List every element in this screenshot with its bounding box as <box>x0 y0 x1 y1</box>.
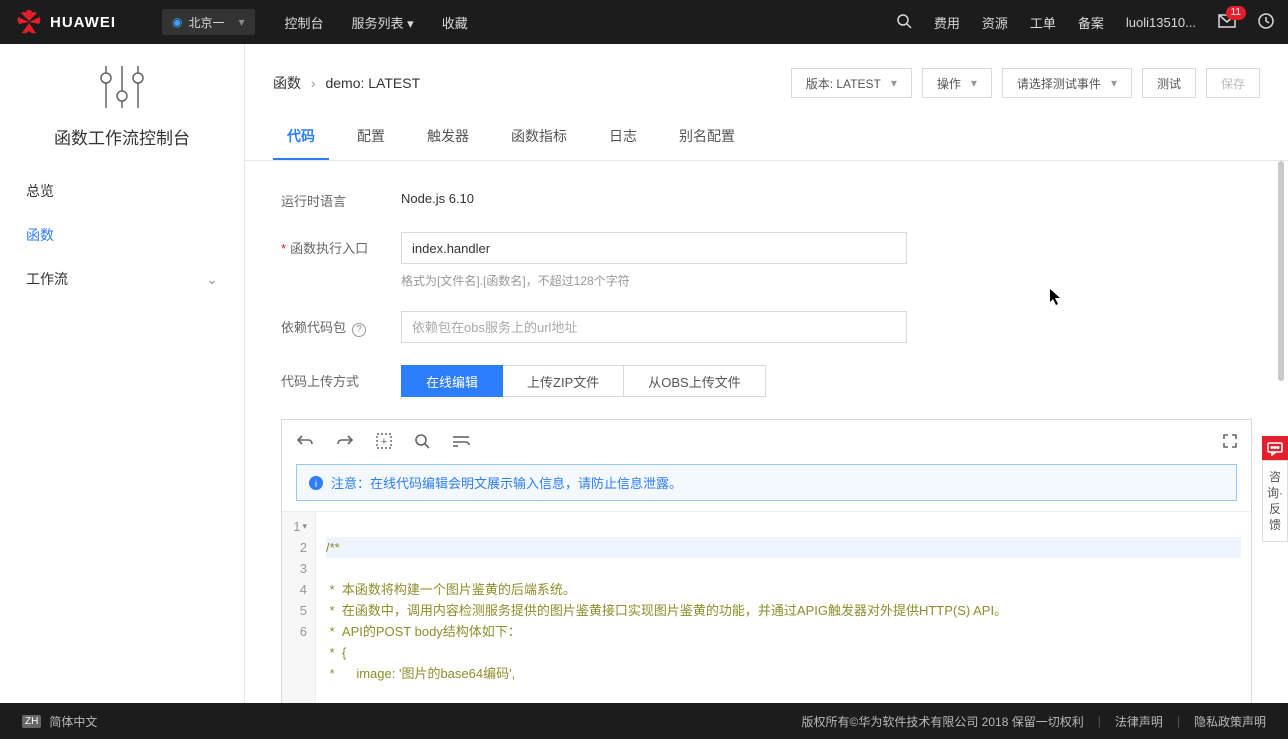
mail-icon[interactable]: 11 <box>1218 14 1236 31</box>
svg-text:i: i <box>315 479 317 490</box>
nav-backup[interactable]: 备案 <box>1078 13 1104 32</box>
runtime-label: 运行时语言 <box>281 185 401 210</box>
cursor-icon <box>1049 288 1063 306</box>
tab-alias[interactable]: 别名配置 <box>665 116 749 160</box>
nav-services[interactable]: 服务列表 ▾ <box>352 13 414 32</box>
fullscreen-icon[interactable] <box>1223 434 1237 451</box>
nav-user[interactable]: luoli13510... <box>1126 15 1196 30</box>
tab-logs[interactable]: 日志 <box>595 116 651 160</box>
seg-online[interactable]: 在线编辑 <box>401 365 503 397</box>
seg-zip[interactable]: 上传ZIP文件 <box>502 365 624 397</box>
footer-privacy[interactable]: 隐私政策声明 <box>1194 713 1266 730</box>
sidebar-item-functions[interactable]: 函数 <box>0 213 244 257</box>
dep-input[interactable] <box>401 311 907 343</box>
sidebar: 函数工作流控制台 总览 函数 工作流⌄ <box>0 44 245 703</box>
pin-icon: ◉ <box>172 15 182 29</box>
top-bar-right: 费用 资源 工单 备案 luoli13510... 11 <box>896 13 1274 32</box>
region-label: 北京一 <box>188 14 224 31</box>
tab-code[interactable]: 代码 <box>273 116 329 160</box>
nav-resource[interactable]: 资源 <box>982 13 1008 32</box>
undo-icon[interactable] <box>296 433 314 452</box>
code-editor: + i 注意：在线代码编辑会明文展示输入信息，请防止信息泄露。 1▾23456 … <box>281 419 1252 703</box>
editor-notice: i 注意：在线代码编辑会明文展示输入信息，请防止信息泄露。 <box>296 464 1237 501</box>
clock-icon[interactable] <box>1258 13 1274 32</box>
brand-text: HUAWEI <box>50 14 116 31</box>
help-icon[interactable]: ? <box>352 323 366 337</box>
feedback-tab[interactable]: 咨询·反馈 <box>1262 460 1288 542</box>
footer: ZH 简体中文 版权所有©华为软件技术有限公司 2018 保留一切权利 | 法律… <box>0 703 1288 739</box>
info-icon: i <box>309 476 323 490</box>
nav-ticket[interactable]: 工单 <box>1030 13 1056 32</box>
sidebar-item-overview[interactable]: 总览 <box>0 169 244 213</box>
tab-metrics[interactable]: 函数指标 <box>497 116 581 160</box>
dep-label: 依赖代码包 <box>281 320 346 335</box>
test-event-dropdown[interactable]: 请选择测试事件▾ <box>1002 68 1132 98</box>
breadcrumb-current: demo: LATEST <box>325 75 420 91</box>
test-button[interactable]: 测试 <box>1142 68 1196 98</box>
entry-label: 函数执行入口 <box>290 241 368 256</box>
top-nav: 控制台 服务列表 ▾ 收藏 <box>285 13 468 32</box>
nav-fee[interactable]: 费用 <box>934 13 960 32</box>
feedback-icon[interactable] <box>1262 436 1288 462</box>
sidebar-item-workflow[interactable]: 工作流⌄ <box>0 257 244 301</box>
upload-mode-group: 在线编辑 上传ZIP文件 从OBS上传文件 <box>401 365 1021 397</box>
wrap-icon[interactable] <box>452 434 470 451</box>
chevron-down-icon: ⌄ <box>206 271 218 288</box>
redo-icon[interactable] <box>336 433 354 452</box>
scrollbar[interactable] <box>1278 161 1284 381</box>
find-icon[interactable] <box>414 433 430 452</box>
footer-copyright: 版权所有©华为软件技术有限公司 2018 保留一切权利 <box>802 713 1084 730</box>
sidebar-logo: 函数工作流控制台 <box>0 62 244 149</box>
runtime-value: Node.js 6.10 <box>401 185 1021 206</box>
tabs: 代码 配置 触发器 函数指标 日志 别名配置 <box>245 116 1288 161</box>
caret-down-icon: ▾ <box>1111 76 1117 90</box>
chevron-down-icon: ▾ <box>239 15 245 29</box>
sidebar-title: 函数工作流控制台 <box>54 124 190 149</box>
content-area: 运行时语言 Node.js 6.10 *函数执行入口 格式为[文件名].[函数名… <box>245 161 1288 703</box>
sliders-icon <box>94 62 150 112</box>
add-box-icon[interactable]: + <box>376 433 392 452</box>
nav-favorites[interactable]: 收藏 <box>442 13 468 32</box>
svg-text:+: + <box>381 436 387 448</box>
footer-legal[interactable]: 法律声明 <box>1115 713 1163 730</box>
operate-dropdown[interactable]: 操作▾ <box>922 68 992 98</box>
tab-trigger[interactable]: 触发器 <box>413 116 483 160</box>
footer-lang[interactable]: 简体中文 <box>49 713 97 730</box>
caret-down-icon: ▾ <box>971 76 977 90</box>
tab-config[interactable]: 配置 <box>343 116 399 160</box>
line-gutter: 1▾23456 <box>282 512 316 703</box>
upload-label: 代码上传方式 <box>281 365 401 390</box>
nav-console[interactable]: 控制台 <box>285 13 324 32</box>
search-icon[interactable] <box>896 13 912 32</box>
main-area: 函数 › demo: LATEST 版本: LATEST▾ 操作▾ 请选择测试事… <box>245 44 1288 703</box>
breadcrumb-root[interactable]: 函数 <box>273 75 301 91</box>
version-dropdown[interactable]: 版本: LATEST▾ <box>791 68 912 98</box>
code-area[interactable]: 1▾23456 /** * 本函数将构建一个图片鉴黄的后端系统。 * 在函数中，… <box>282 511 1251 703</box>
entry-input[interactable] <box>401 232 907 264</box>
entry-help: 格式为[文件名].[函数名]，不超过128个字符 <box>401 272 1021 289</box>
region-selector[interactable]: ◉ 北京一 ▾ <box>162 9 255 35</box>
breadcrumb: 函数 › demo: LATEST <box>273 73 420 93</box>
lang-badge[interactable]: ZH <box>22 715 41 728</box>
huawei-petal-icon <box>16 9 42 35</box>
seg-obs[interactable]: 从OBS上传文件 <box>623 365 765 397</box>
save-button: 保存 <box>1206 68 1260 98</box>
notification-badge: 11 <box>1226 6 1246 20</box>
top-bar: HUAWEI ◉ 北京一 ▾ 控制台 服务列表 ▾ 收藏 费用 资源 工单 备案… <box>0 0 1288 44</box>
brand-logo[interactable]: HUAWEI <box>0 0 132 44</box>
caret-down-icon: ▾ <box>891 76 897 90</box>
